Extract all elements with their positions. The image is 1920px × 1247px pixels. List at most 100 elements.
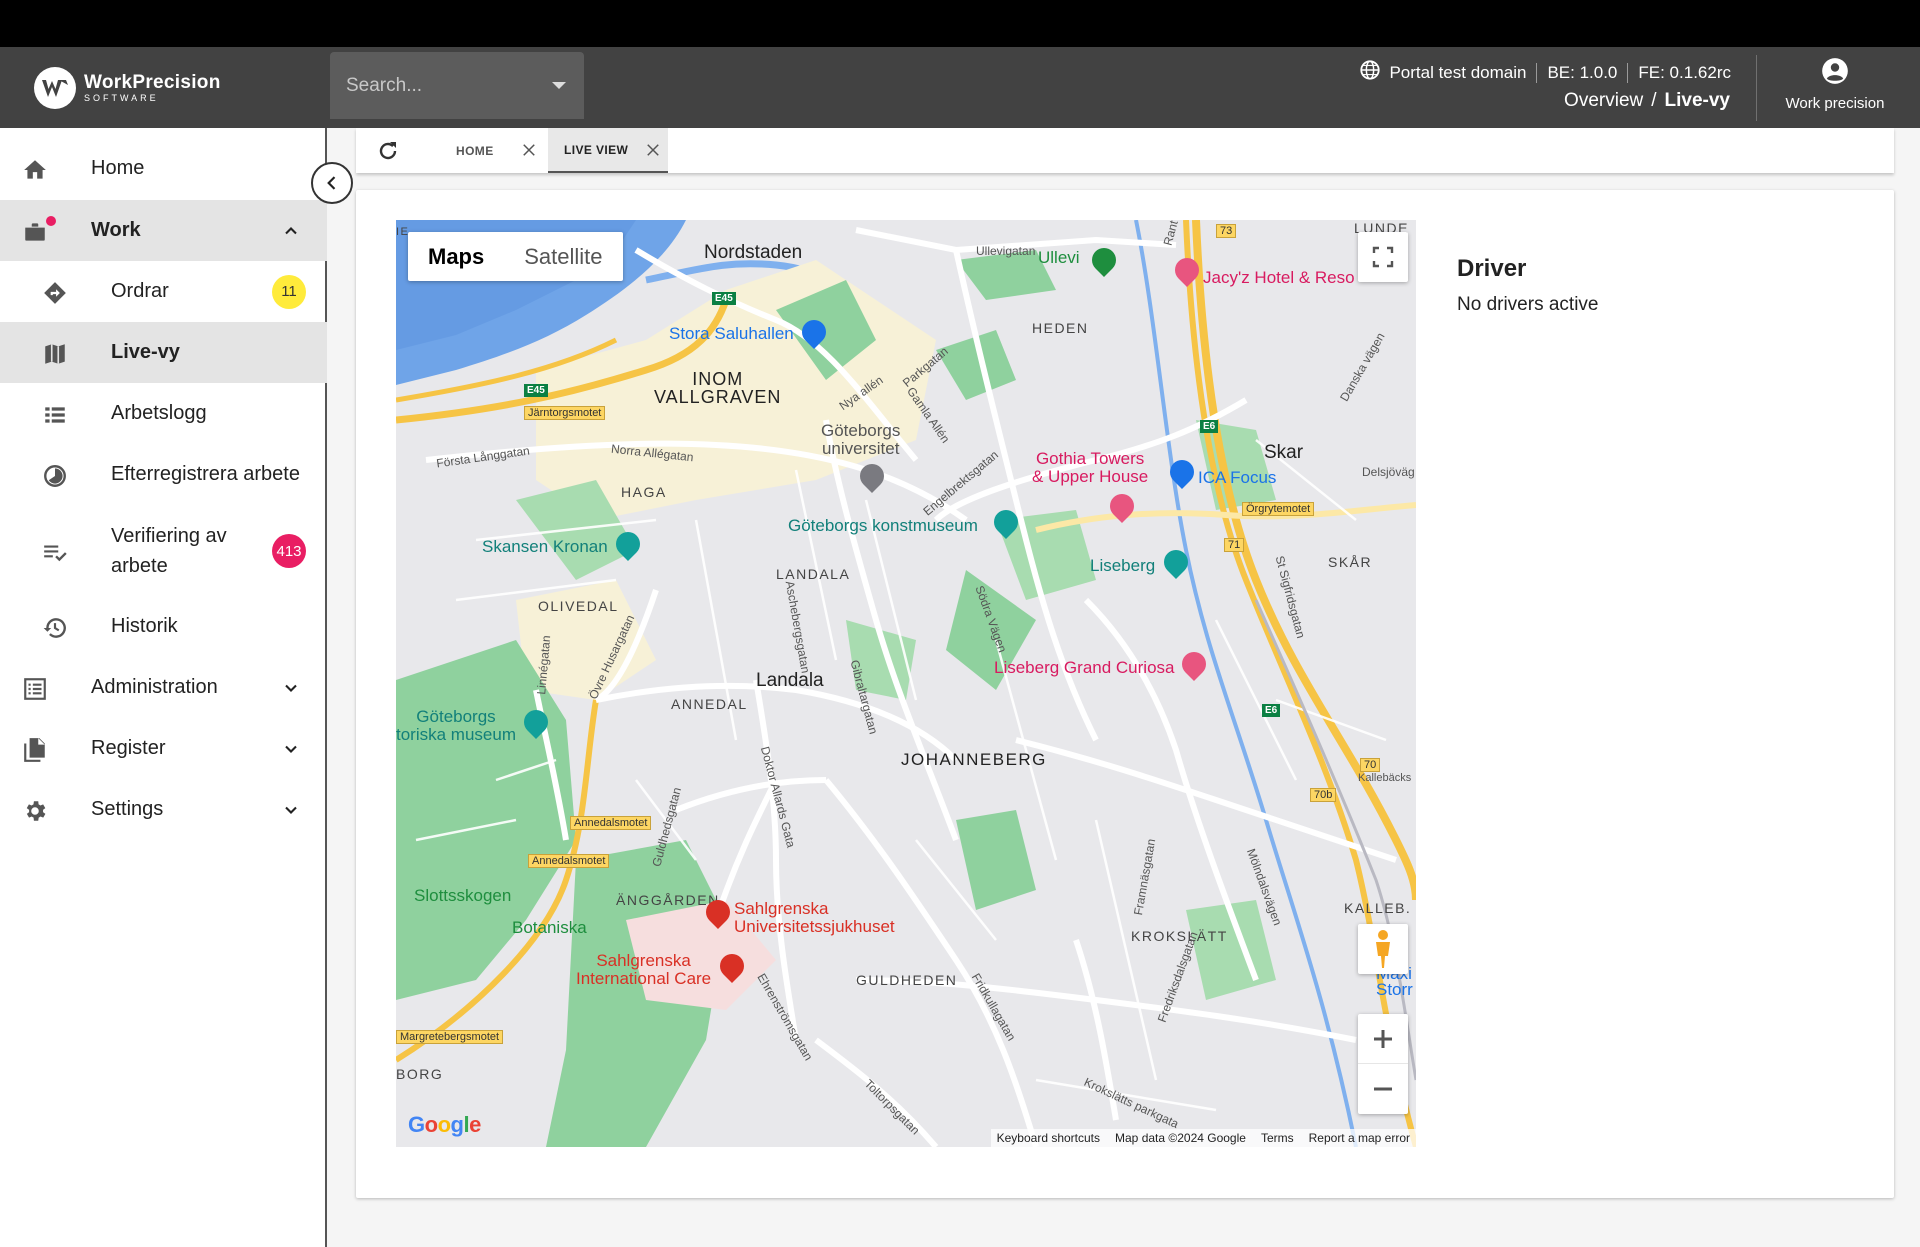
verifiering-count-badge: 413 <box>272 534 306 568</box>
map-label: SKÅR <box>1328 554 1373 570</box>
zoom-out-button[interactable] <box>1358 1064 1408 1114</box>
road-shield: Margretebergsmotet <box>396 1030 504 1044</box>
sidebar-item-arbetslogg[interactable]: Arbetslogg <box>0 383 327 444</box>
sidebar-item-verifiering[interactable]: Verifiering av arbete 413 <box>0 506 327 596</box>
files-icon <box>24 738 45 762</box>
map-label: BORG <box>396 1066 444 1082</box>
road-shield: Örgrytemotet <box>1242 502 1315 516</box>
map-label: Slottsskogen <box>414 886 512 905</box>
sidebar-item-administration[interactable]: Administration <box>0 657 327 718</box>
sidebar-collapse-button[interactable] <box>311 162 353 204</box>
map-label: Sahlgrenska International Care <box>576 951 712 988</box>
sidebar-item-ordrar[interactable]: Ordrar 11 <box>0 261 327 322</box>
chevron-left-icon <box>327 176 336 190</box>
minus-icon <box>1374 1087 1392 1091</box>
map-label: OLIVEDAL <box>538 598 619 614</box>
map-type-maps-button[interactable]: Maps <box>408 232 504 281</box>
driver-title: Driver <box>1457 255 1527 282</box>
os-top-bar <box>0 0 1920 47</box>
sidebar-item-efterregistrera[interactable]: Efterregistrera arbete <box>0 444 327 505</box>
logo-sub-text: SOFTWARE <box>84 93 159 103</box>
sidebar-item-work[interactable]: Work <box>0 200 327 261</box>
sidebar-item-label: Historik <box>111 615 178 637</box>
logo-main-text: WorkPrecision <box>84 72 221 93</box>
map-label: Jacy'z Hotel & Reso <box>1203 268 1355 287</box>
logo[interactable]: WorkPrecision SOFTWARE <box>34 67 221 109</box>
app-header: WorkPrecision SOFTWARE Portal test domai… <box>0 47 1920 128</box>
map-label: Skar <box>1264 442 1304 463</box>
search-input[interactable] <box>346 72 546 100</box>
chevron-down-icon[interactable] <box>281 800 301 820</box>
breadcrumb: Overview / Live-vy <box>1564 90 1730 111</box>
map-data-text: Map data ©2024 Google <box>1115 1131 1246 1145</box>
user-menu[interactable]: Work precision <box>1780 57 1890 112</box>
close-icon[interactable] <box>644 141 662 159</box>
search-select[interactable] <box>330 52 584 119</box>
terms-link[interactable]: Terms <box>1261 1131 1294 1145</box>
refresh-icon[interactable] <box>376 139 400 163</box>
road-shield: Annedalsmotet <box>528 854 610 868</box>
keyboard-shortcuts-link[interactable]: Keyboard shortcuts <box>997 1131 1100 1145</box>
sidebar-item-live-vy[interactable]: Live-vy <box>0 322 327 383</box>
map-type-satellite-button[interactable]: Satellite <box>504 232 622 281</box>
map-label: Göteborgs universitet <box>821 421 901 458</box>
live-view-card: Nordstaden Ullevi Jacy'z Hotel & Reso HE… <box>356 190 1894 1198</box>
sidebar-item-label: Ordrar <box>111 280 169 302</box>
tab-label: LIVE VIEW <box>564 142 629 157</box>
tab-label: HOME <box>456 143 494 158</box>
home-icon <box>24 160 46 179</box>
history-icon <box>43 618 66 638</box>
fullscreen-icon <box>1372 246 1394 268</box>
fullscreen-button[interactable] <box>1358 232 1408 282</box>
tab-live-view[interactable]: LIVE VIEW <box>548 128 668 173</box>
ordrar-count-badge: 11 <box>272 274 306 309</box>
sidebar-item-home[interactable]: Home <box>0 138 327 199</box>
environment-info: Portal test domain BE: 1.0.0 FE: 0.1.62r… <box>1359 59 1731 86</box>
be-version: BE: 1.0.0 <box>1547 62 1618 82</box>
clock-pie-icon <box>44 465 66 487</box>
map-label: Nordstaden <box>704 242 803 263</box>
road-shield: E45 <box>712 292 736 305</box>
sidebar-item-label: Administration <box>91 676 218 698</box>
checklist-icon <box>44 545 67 562</box>
map-label: ICA Focus <box>1198 468 1277 487</box>
street-view-button[interactable] <box>1358 924 1408 974</box>
tab-home[interactable]: HOME <box>416 128 544 173</box>
report-error-link[interactable]: Report a map error <box>1309 1131 1410 1145</box>
close-icon[interactable] <box>520 141 538 159</box>
account-icon <box>1822 58 1848 84</box>
chevron-down-icon[interactable] <box>281 678 301 698</box>
map-label: Sahlgrenska Universitetssjukhuset <box>734 899 895 936</box>
map-view[interactable]: Nordstaden Ullevi Jacy'z Hotel & Reso HE… <box>396 220 1416 1147</box>
zoom-in-button[interactable] <box>1358 1014 1408 1064</box>
map-label: Ullevi <box>1038 248 1080 267</box>
sidebar-item-label: Settings <box>91 798 164 820</box>
map-attribution: Keyboard shortcuts Map data ©2024 Google… <box>990 1129 1416 1147</box>
sidebar-item-label: Efterregistrera arbete <box>111 463 300 485</box>
road-shield: 70 <box>1360 758 1381 772</box>
user-name: Work precision <box>1785 95 1885 112</box>
pegman-icon <box>1376 930 1390 968</box>
plus-icon <box>1374 1029 1392 1048</box>
sidebar-item-label: Work <box>91 219 141 241</box>
chevron-down-icon[interactable] <box>281 739 301 759</box>
sidebar-item-register[interactable]: Register <box>0 718 327 779</box>
map-label: Botaniska <box>512 918 587 937</box>
road-shield: 73 <box>1216 224 1237 238</box>
sidebar-item-historik[interactable]: Historik <box>0 596 327 657</box>
road-shield: E6 <box>1262 704 1281 717</box>
dropdown-caret-icon[interactable] <box>552 82 566 89</box>
map-label: HAGA <box>621 484 667 500</box>
sidebar-item-settings[interactable]: Settings <box>0 779 327 840</box>
breadcrumb-overview[interactable]: Overview <box>1564 90 1643 111</box>
map-label: GULDHEDEN <box>856 972 958 988</box>
map-label: Stora Saluhallen <box>669 324 794 343</box>
zoom-control <box>1358 1014 1408 1114</box>
map-label: HEDEN <box>1032 320 1089 336</box>
document-list-icon <box>24 678 46 700</box>
chevron-up-icon[interactable] <box>281 221 301 241</box>
google-logo: Google <box>408 1112 481 1137</box>
map-icon <box>45 344 65 364</box>
sidebar-item-label: Arbetslogg <box>111 402 207 424</box>
map-label: Landala <box>756 670 824 691</box>
